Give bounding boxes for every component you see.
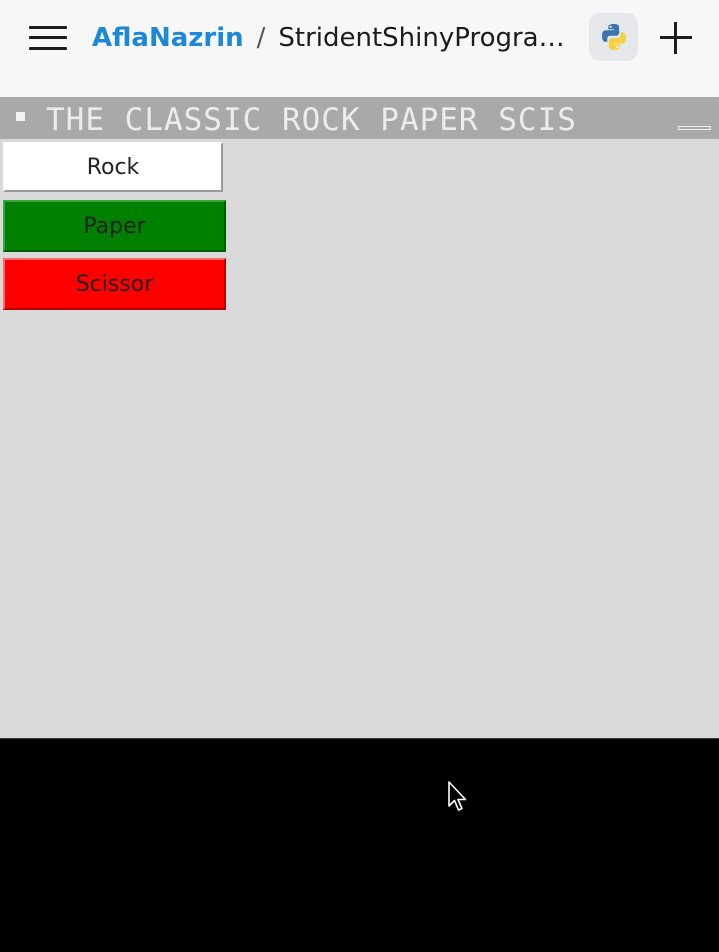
console-area[interactable] bbox=[0, 738, 719, 952]
window-titlebar[interactable]: THE CLASSIC ROCK PAPER SCIS bbox=[0, 97, 719, 139]
window-title: THE CLASSIC ROCK PAPER SCIS bbox=[46, 102, 577, 138]
rock-button[interactable]: Rock bbox=[3, 142, 223, 192]
window-menu-icon[interactable] bbox=[16, 112, 25, 121]
python-logo-icon[interactable] bbox=[589, 13, 638, 61]
minimize-icon[interactable] bbox=[678, 126, 711, 130]
paper-button[interactable]: Paper bbox=[3, 200, 226, 252]
mouse-pointer-icon bbox=[448, 781, 467, 811]
breadcrumb-user-link[interactable]: AflaNazrin bbox=[92, 23, 244, 53]
top-app-bar: AflaNazrin / StridentShinyProgram... bbox=[0, 0, 719, 97]
breadcrumb-repl-name[interactable]: StridentShinyProgram... bbox=[278, 23, 578, 53]
breadcrumb: AflaNazrin / StridentShinyProgram... bbox=[92, 20, 578, 56]
scissor-button[interactable]: Scissor bbox=[3, 258, 226, 310]
tk-app-window: THE CLASSIC ROCK PAPER SCIS Rock Paper S… bbox=[0, 97, 719, 738]
plus-icon[interactable] bbox=[660, 22, 692, 54]
breadcrumb-separator: / bbox=[256, 23, 266, 53]
hamburger-menu-icon[interactable] bbox=[29, 26, 67, 50]
